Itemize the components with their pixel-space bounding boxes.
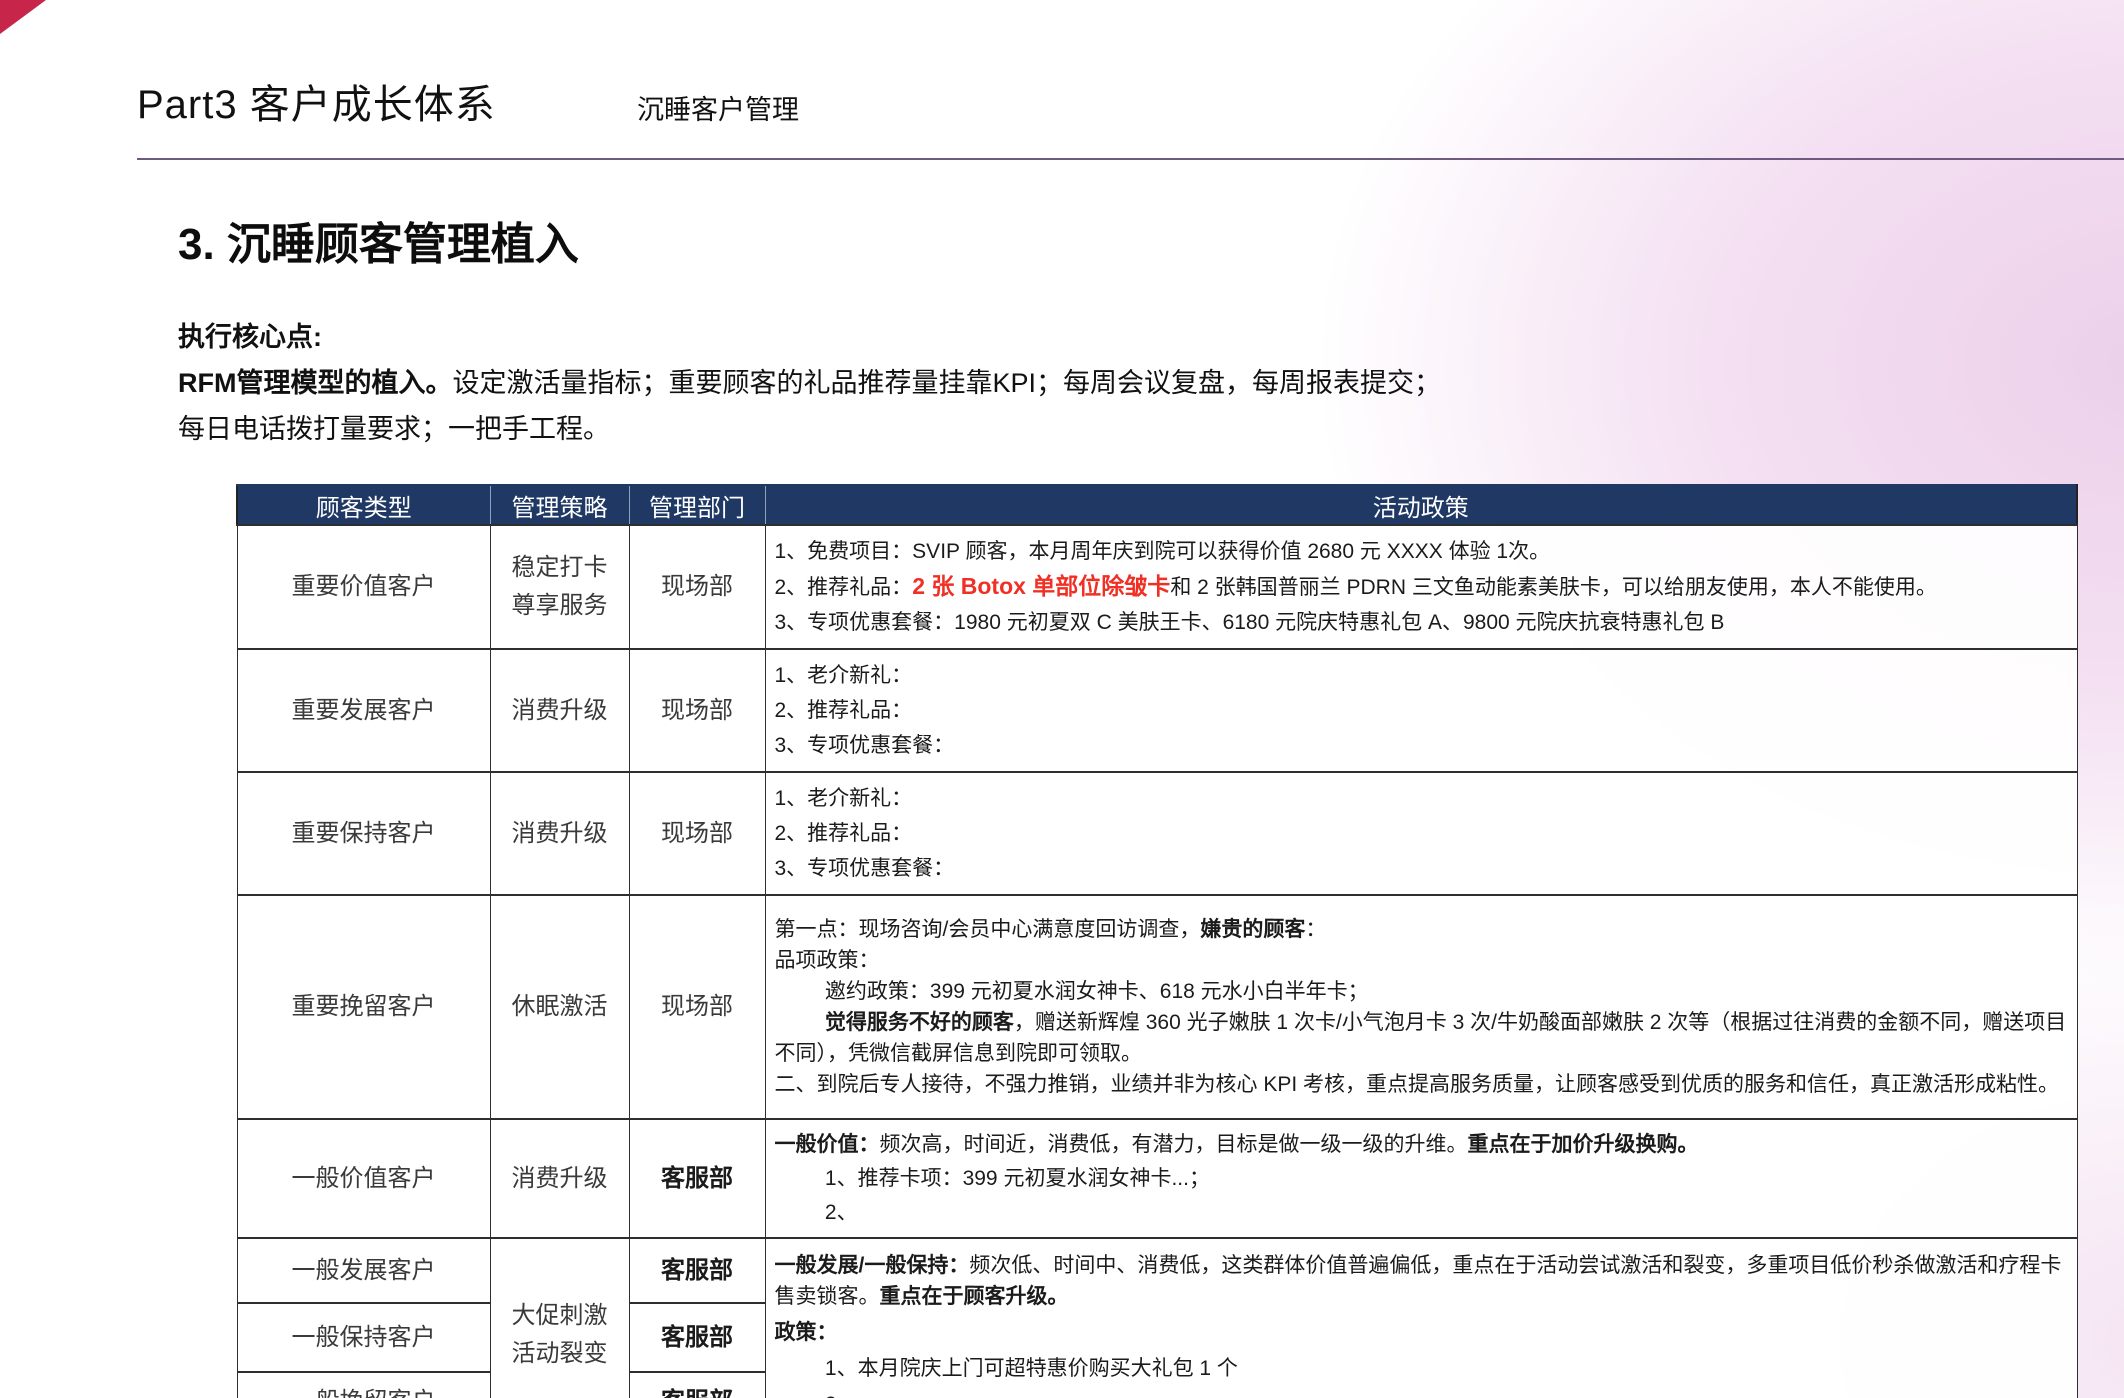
policy-line: 2、推荐礼品： [775,695,2069,726]
policy-line: 二、到院后专人接待，不强力推销，业绩并非为核心 KPI 考核，重点提高服务质量，… [775,1069,2069,1100]
cell-type-important-value: 重要价值客户 [237,525,490,649]
topic-label: 沉睡客户管理 [637,88,799,127]
policy-bold: 嫌贵的顾客 [1200,918,1305,941]
table-row: 一般价值客户 消费升级 客服部 一般价值：频次高，时间近，消费低，有潜力，目标是… [237,1119,2077,1238]
policy-text: 和 2 张韩国普丽兰 PDRN 三文鱼动能素美肤卡，可以给朋友使用，本人不能使用… [1170,576,1937,599]
exec-core-line1: RFM管理模型的植入。设定激活量指标；重要顾客的礼品推荐量挂靠KPI；每周会议复… [178,360,1938,406]
strategy-line1: 稳定打卡 [491,549,629,587]
policy-text: ： [1305,918,1326,941]
policy-line: 一般发展/一般保持：频次低、时间中、消费低，这类群体价值普遍偏低，重点在于活动尝… [775,1250,2069,1312]
exec-line1-rest: 设定激活量指标；重要顾客的礼品推荐量挂靠KPI；每周会议复盘，每周报表提交； [452,368,1441,398]
cell-type-general-develop: 一般发展客户 [237,1238,490,1303]
policy-line: 3、专项优惠套餐：1980 元初夏双 C 美肤王卡、6180 元院庆特惠礼包 A… [775,607,2069,638]
policy-bold: 政策： [775,1321,838,1344]
policy-text: 2、推荐礼品： [775,576,913,599]
cell-strategy: 消费升级 [490,649,629,772]
policy-line: 一般价值：频次高，时间近，消费低，有潜力，目标是做一级一级的升维。重点在于加价升… [775,1129,2069,1160]
policy-line: 2、推荐礼品： [775,818,2069,849]
policy-line: 3、专项优惠套餐： [775,853,2069,884]
cell-type-important-keep: 重要保持客户 [237,772,490,895]
cell-dept: 现场部 [629,895,765,1119]
cell-dept: 客服部 [629,1372,765,1398]
cell-policy-important-value: 1、免费项目：SVIP 顾客，本月周年庆到院可以获得价值 2680 元 XXXX… [765,525,2077,649]
exec-core-heading: 执行核心点: [178,314,1938,360]
cell-dept: 现场部 [629,772,765,895]
policy-line: 政策： [775,1317,2069,1348]
policy-bold: 重点在于加价升级换购。 [1468,1133,1699,1156]
cell-dept: 客服部 [629,1119,765,1238]
cell-policy-general-value: 一般价值：频次高，时间近，消费低，有潜力，目标是做一级一级的升维。重点在于加价升… [765,1119,2077,1238]
cell-dept: 客服部 [629,1303,765,1372]
policy-line: 1、免费项目：SVIP 顾客，本月周年庆到院可以获得价值 2680 元 XXXX… [775,536,2069,567]
slide-canvas: Part3 客户成长体系 沉睡客户管理 3. 沉睡顾客管理植入 执行核心点: R… [0,0,2124,1398]
header-department: 管理部门 [629,485,765,525]
strategy-line2: 尊享服务 [491,587,629,625]
exec-core-block: 执行核心点: RFM管理模型的植入。设定激活量指标；重要顾客的礼品推荐量挂靠KP… [178,314,1938,452]
policy-bold: 重点在于顾客升级。 [880,1285,1069,1308]
cell-strategy: 消费升级 [490,1119,629,1238]
section-title: 3. 沉睡顾客管理植入 [178,208,579,272]
policy-text: 频次高，时间近，消费低，有潜力，目标是做一级一级的升维。 [880,1133,1468,1156]
header-policy: 活动政策 [765,485,2077,525]
policy-line: 1、推荐卡项：399 元初夏水润女神卡...； [775,1163,2069,1194]
table-row: 重要发展客户 消费升级 现场部 1、老介新礼： 2、推荐礼品： 3、专项优惠套餐… [237,649,2077,772]
cell-type-important-develop: 重要发展客户 [237,649,490,772]
policy-line: 1、老介新礼： [775,783,2069,814]
part-label: Part3 客户成长体系 [137,72,496,130]
policy-line: 2、 [775,1389,2069,1398]
exec-lead-bold: RFM管理模型的植入。 [178,368,452,398]
cell-dept: 客服部 [629,1238,765,1303]
policy-line: 1、老介新礼： [775,660,2069,691]
rfm-table: 顾客类型 管理策略 管理部门 活动政策 重要价值客户 稳定打卡 尊享服务 现场部… [236,484,2078,1398]
policy-red-highlight: 2 张 Botox 单部位除皱卡 [912,573,1170,599]
table-row: 重要价值客户 稳定打卡 尊享服务 现场部 1、免费项目：SVIP 顾客，本月周年… [237,525,2077,649]
cell-dept: 现场部 [629,525,765,649]
header-divider-line [137,158,2124,160]
strategy-line2: 活动裂变 [491,1335,629,1373]
policy-line: 3、专项优惠套餐： [775,730,2069,761]
cell-policy-general-merged: 一般发展/一般保持：频次低、时间中、消费低，这类群体价值普遍偏低，重点在于活动尝… [765,1238,2077,1398]
policy-line: 品项政策： [775,945,2069,976]
cell-type-general-keep: 一般保持客户 [237,1303,490,1372]
strategy-line1: 大促刺激 [491,1297,629,1335]
table-row: 重要挽留客户 休眠激活 现场部 第一点：现场咨询/会员中心满意度回访调查，嫌贵的… [237,895,2077,1119]
policy-line: 觉得服务不好的顾客，赠送新辉煌 360 光子嫩肤 1 次卡/小气泡月卡 3 次/… [775,1007,2069,1069]
exec-core-line2: 每日电话拨打量要求；一把手工程。 [178,406,1938,452]
header-strategy: 管理策略 [490,485,629,525]
table-row: 重要保持客户 消费升级 现场部 1、老介新礼： 2、推荐礼品： 3、专项优惠套餐… [237,772,2077,895]
policy-line: 第一点：现场咨询/会员中心满意度回访调查，嫌贵的顾客： [775,914,2069,945]
cell-strategy: 稳定打卡 尊享服务 [490,525,629,649]
policy-bold: 一般发展/一般保持： [775,1254,970,1277]
cell-policy-important-develop: 1、老介新礼： 2、推荐礼品： 3、专项优惠套餐： [765,649,2077,772]
cell-strategy: 消费升级 [490,772,629,895]
policy-bold: 觉得服务不好的顾客 [825,1011,1014,1034]
table-header-row: 顾客类型 管理策略 管理部门 活动政策 [237,485,2077,525]
cell-type-important-retain: 重要挽留客户 [237,895,490,1119]
header-customer-type: 顾客类型 [237,485,490,525]
policy-bold: 一般价值： [775,1133,880,1156]
policy-line: 邀约政策：399 元初夏水润女神卡、618 元水小白半年卡； [775,976,2069,1007]
cell-policy-important-keep: 1、老介新礼： 2、推荐礼品： 3、专项优惠套餐： [765,772,2077,895]
cell-policy-important-retain: 第一点：现场咨询/会员中心满意度回访调查，嫌贵的顾客： 品项政策： 邀约政策：3… [765,895,2077,1119]
cell-type-general-retain: 一般挽留客户 [237,1372,490,1398]
policy-line: 1、本月院庆上门可超特惠价购买大礼包 1 个 [775,1353,2069,1384]
table-row: 一般发展客户 大促刺激 活动裂变 客服部 一般发展/一般保持：频次低、时间中、消… [237,1238,2077,1303]
cell-strategy: 休眠激活 [490,895,629,1119]
cell-type-general-value: 一般价值客户 [237,1119,490,1238]
corner-accent [0,0,46,34]
policy-line: 2、 [775,1197,2069,1228]
cell-dept: 现场部 [629,649,765,772]
policy-text: 第一点：现场咨询/会员中心满意度回访调查， [775,918,1201,941]
cell-strategy-merged: 大促刺激 活动裂变 [490,1238,629,1398]
policy-line: 2、推荐礼品：2 张 Botox 单部位除皱卡和 2 张韩国普丽兰 PDRN 三… [775,571,2069,603]
